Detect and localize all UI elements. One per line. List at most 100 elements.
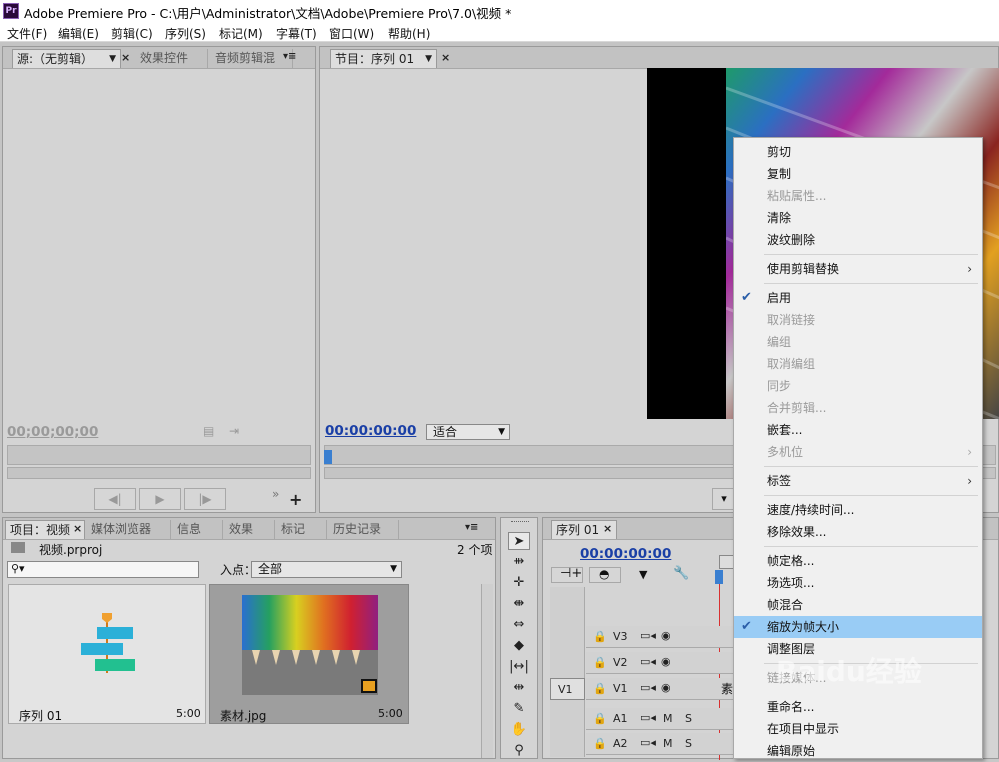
close-icon[interactable]: × xyxy=(121,51,130,64)
playhead-icon[interactable] xyxy=(324,450,332,464)
menu-item-replace-with-clip[interactable]: 使用剪辑替换 › xyxy=(734,258,982,280)
menu-item-frame-hold[interactable]: 帧定格... xyxy=(734,550,982,572)
menu-item-field-options[interactable]: 场选项... xyxy=(734,572,982,594)
close-icon[interactable]: × xyxy=(603,522,612,535)
track-a1: 🔒 A1 ▭◂ M S xyxy=(586,708,734,730)
dropdown-arrow-icon[interactable]: ▼ xyxy=(109,50,116,68)
selection-tool-icon[interactable]: ➤ xyxy=(508,532,530,550)
menu-item-rename[interactable]: 重命名... xyxy=(734,696,982,718)
camera-icon[interactable]: ▭◂ xyxy=(640,681,656,694)
tab-program[interactable]: 节目：序列 01 ▼ xyxy=(330,49,437,68)
project-scrollbar[interactable] xyxy=(481,584,493,758)
tab-effects[interactable]: 效果 xyxy=(225,520,275,539)
lock-icon[interactable]: 🔒 xyxy=(593,656,607,669)
rolling-edit-tool-icon[interactable]: ⇼ xyxy=(508,595,530,613)
wrench-icon[interactable]: 🔧 xyxy=(673,566,689,581)
menu-item-clear[interactable]: 清除 xyxy=(734,207,982,229)
add-button-icon[interactable]: + xyxy=(289,490,302,509)
tab-info[interactable]: 信息 xyxy=(173,520,223,539)
solo-button[interactable]: S xyxy=(685,737,692,750)
tab-source[interactable]: 源:（无剪辑） ▼ xyxy=(12,49,121,68)
menu-file[interactable]: 文件(F) xyxy=(7,25,47,42)
camera-icon[interactable]: ▭◂ xyxy=(640,655,656,668)
camera-icon[interactable]: ▭◂ xyxy=(640,629,656,642)
menu-marker[interactable]: 标记(M) xyxy=(219,25,263,42)
menu-item-frame-blend[interactable]: 帧混合 xyxy=(734,594,982,616)
mute-button[interactable]: M xyxy=(663,737,673,750)
track-select-tool-icon[interactable]: ⇻ xyxy=(508,553,530,571)
menu-item-copy[interactable]: 复制 xyxy=(734,163,982,185)
tab-history[interactable]: 历史记录 xyxy=(329,520,399,539)
lock-icon[interactable]: 🔒 xyxy=(593,682,607,695)
menu-item-nest[interactable]: 嵌套... xyxy=(734,419,982,441)
mute-button[interactable]: M xyxy=(663,712,673,725)
close-icon[interactable]: × xyxy=(441,51,450,64)
ripple-edit-tool-icon[interactable]: ✛ xyxy=(508,574,530,592)
search-input[interactable]: ⚲▾ xyxy=(7,561,199,578)
snap-button[interactable]: ⊣+ xyxy=(551,566,583,583)
menu-label: 清除 xyxy=(767,211,792,225)
source-scrollbar[interactable] xyxy=(7,467,311,479)
project-item-image[interactable]: 素材.jpg 5:00 xyxy=(209,584,409,724)
play-button[interactable]: ▶ xyxy=(139,488,181,510)
slip-tool-icon[interactable]: |↔| xyxy=(508,658,530,676)
mic-icon[interactable]: ▭◂ xyxy=(640,711,656,724)
menu-label: 嵌套... xyxy=(767,423,803,437)
source-patch-v1[interactable]: V1 xyxy=(550,678,585,700)
marker-icon[interactable]: ▼ xyxy=(639,568,647,581)
tab-audio-clip-mixer[interactable]: 音频剪辑混 xyxy=(211,49,293,68)
lock-icon[interactable]: 🔒 xyxy=(593,712,607,725)
menu-label: 帧定格... xyxy=(767,554,815,568)
inpoint-dropdown[interactable]: 全部 ▼ xyxy=(251,561,402,578)
lock-icon[interactable]: 🔒 xyxy=(593,630,607,643)
step-forward-button[interactable]: |▶ xyxy=(184,488,226,510)
step-back-button[interactable]: ◀| xyxy=(94,488,136,510)
project-item-sequence[interactable]: 序列 01 5:00 xyxy=(8,584,206,724)
razor-tool-icon[interactable]: ◆ xyxy=(508,637,530,655)
menu-window[interactable]: 窗口(W) xyxy=(329,25,374,42)
tab-effect-controls[interactable]: 效果控件 xyxy=(136,49,208,68)
close-icon[interactable]: × xyxy=(73,522,82,535)
film-icon[interactable]: ▤ xyxy=(203,424,214,438)
source-timecode[interactable]: 00;00;00;00 xyxy=(7,424,98,440)
menu-edit[interactable]: 编辑(E) xyxy=(58,25,99,42)
menu-item-cut[interactable]: 剪切 xyxy=(734,141,982,163)
eye-icon[interactable]: ◉ xyxy=(661,681,671,694)
menu-item-speed-duration[interactable]: 速度/持续时间... xyxy=(734,499,982,521)
dropdown-arrow-icon[interactable]: ▼ xyxy=(425,50,432,68)
rate-stretch-tool-icon[interactable]: ⇔ xyxy=(508,616,530,634)
menu-item-enable[interactable]: ✔ 启用 xyxy=(734,287,982,309)
program-timecode[interactable]: 00:00:00:00 xyxy=(325,423,416,439)
magnet-icon: ◓ xyxy=(599,567,610,581)
settings-icon[interactable]: ⇥ xyxy=(229,424,239,438)
solo-button[interactable]: S xyxy=(685,712,692,725)
timeline-timecode[interactable]: 00:00:00:00 xyxy=(580,546,671,562)
menu-title[interactable]: 字幕(T) xyxy=(276,25,317,42)
menu-help[interactable]: 帮助(H) xyxy=(388,25,430,42)
menu-label: 移除效果... xyxy=(767,525,827,539)
menu-item-ripple-delete[interactable]: 波纹删除 xyxy=(734,229,982,251)
fit-dropdown[interactable]: 适合 ▼ xyxy=(426,424,510,440)
hand-tool-icon[interactable]: ✋ xyxy=(508,721,530,739)
source-time-ruler[interactable] xyxy=(7,445,311,465)
mic-icon[interactable]: ▭◂ xyxy=(640,736,656,749)
lock-icon[interactable]: 🔒 xyxy=(593,737,607,750)
menu-item-reveal-in-project[interactable]: 在项目中显示 xyxy=(734,718,982,740)
menu-sequence[interactable]: 序列(S) xyxy=(165,25,206,42)
timeline-playhead-icon[interactable] xyxy=(715,570,723,584)
magnet-button[interactable]: ◓ xyxy=(589,567,621,583)
tab-markers[interactable]: 标记 xyxy=(277,520,327,539)
tab-media-browser[interactable]: 媒体浏览器 xyxy=(87,520,171,539)
menu-item-remove-effects[interactable]: 移除效果... xyxy=(734,521,982,543)
menu-item-scale-to-frame-size[interactable]: ✔ 缩放为帧大小 xyxy=(734,616,982,638)
pen-tool-icon[interactable]: ✎ xyxy=(508,700,530,718)
eye-icon[interactable]: ◉ xyxy=(661,629,671,642)
zoom-tool-icon[interactable]: ⚲ xyxy=(508,742,530,760)
panel-menu-icon[interactable]: ▾≡ xyxy=(283,51,296,62)
menu-item-label[interactable]: 标签 › xyxy=(734,470,982,492)
slide-tool-icon[interactable]: ⇹ xyxy=(508,679,530,697)
more-controls-icon[interactable]: » xyxy=(272,487,279,501)
panel-menu-icon[interactable]: ▾≡ xyxy=(465,522,478,533)
menu-clip[interactable]: 剪辑(C) xyxy=(111,25,153,42)
eye-icon[interactable]: ◉ xyxy=(661,655,671,668)
